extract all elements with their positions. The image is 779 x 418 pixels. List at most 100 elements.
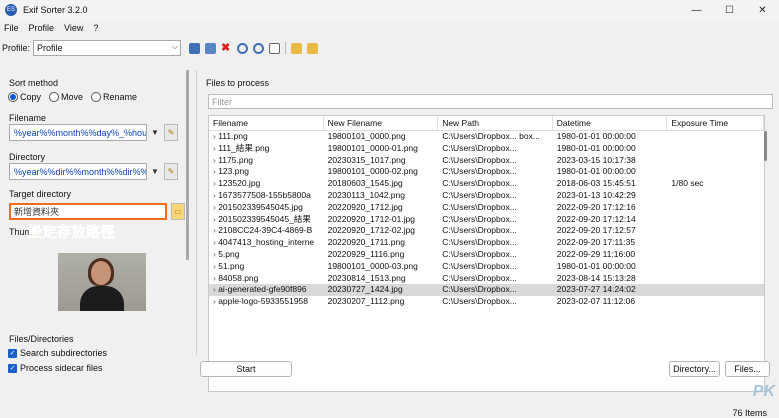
radio-rename-label: Rename <box>103 92 138 102</box>
cell-exposure-time <box>667 249 764 261</box>
table-scrollbar[interactable] <box>763 125 769 388</box>
title-bar: ES Exif Sorter 3.2.0 — ☐ ✕ <box>0 0 779 20</box>
table-row[interactable]: › apple-logo-5933551958 20230207_1112.png… <box>209 296 764 308</box>
cell-datetime: 1980-01-01 00:00:00 <box>556 166 636 177</box>
folder-open-icon[interactable] <box>307 42 319 54</box>
cell-new-path: C:\Users\Dropbox... <box>442 213 517 224</box>
table-row[interactable]: › 1673577508-155b5800a 20230113_1042.png C… <box>209 190 764 202</box>
cell-datetime: 1980-01-01 00:00:00 <box>556 131 636 141</box>
left-scrollbar[interactable] <box>186 70 189 260</box>
menu-view[interactable]: View <box>64 23 83 33</box>
save-icon[interactable] <box>189 42 201 54</box>
target-directory-input[interactable]: 新增資料夾 <box>9 203 167 220</box>
cell-filename: › 201502339545045.jpg <box>209 202 324 214</box>
reset-icon[interactable] <box>253 42 265 54</box>
profile-select[interactable]: Profile ⌵ <box>33 40 182 56</box>
cell-exposure-time <box>667 261 764 273</box>
cell-filename: › 2108CC24-39C4-4869-B <box>209 225 324 237</box>
directory-dropdown-icon[interactable]: ▼ <box>151 167 159 176</box>
cell-text: 123520.jpg <box>218 178 261 189</box>
cell-text: 2108CC24-39C4-4869-B <box>218 225 313 236</box>
filename-edit-button[interactable]: ✎ <box>163 124 178 141</box>
toolbar-separator <box>285 42 287 54</box>
files-button[interactable]: Files... <box>725 361 770 377</box>
column-new-filename[interactable]: New Filename <box>324 116 439 130</box>
radio-rename[interactable] <box>91 92 102 102</box>
cell-new-path: C:\Users\Dropbox... <box>442 142 517 153</box>
table-row[interactable]: › 111_結果.png 19800101_0000-01.png C:\Users… <box>209 143 764 155</box>
menu-profile[interactable]: Profile <box>29 23 55 33</box>
cell-filename: › 123.png <box>209 166 324 178</box>
column-datetime[interactable]: Datetime <box>553 116 668 130</box>
cell-new-path: C:\Users\Dropbox... <box>442 296 517 307</box>
cell-new-path: C:\Users\Dropbox... <box>442 237 517 248</box>
cell-filename: › 201502339545045_結果 <box>209 214 324 226</box>
folder-browse-button[interactable]: ▭ <box>171 203 185 220</box>
table-row[interactable]: › 201502339545045.jpg 20220920_1712.jpg C:… <box>209 202 764 214</box>
toolbar: Profile: Profile ⌵ ✖ <box>0 38 779 58</box>
delete-icon[interactable]: ✖ <box>221 42 232 54</box>
search-subdirectories-row[interactable]: ✓ Search subdirectories <box>8 348 107 358</box>
window-icon[interactable] <box>269 42 281 54</box>
settings-panel: Sort method Copy Move Rename Filename %y… <box>0 70 192 400</box>
menu-help[interactable]: ? <box>93 23 98 33</box>
column-filename[interactable]: Filename <box>209 116 324 130</box>
directory-button[interactable]: Directory... <box>669 361 720 377</box>
window-title: Exif Sorter 3.2.0 <box>23 5 88 15</box>
table-row[interactable]: › 5.png 20220929_1116.png C:\Users\Dropbox… <box>209 249 764 261</box>
table-row[interactable]: › 201502339545045_結果 20220920_1712-01.jpg… <box>209 214 764 226</box>
filename-dropdown-icon[interactable]: ▼ <box>151 128 159 137</box>
panel-divider[interactable] <box>196 70 197 355</box>
cell-text: 123.png <box>218 166 249 177</box>
cell-new-filename: 19800101_0000-02.png <box>327 166 418 177</box>
process-sidecar-checkbox[interactable]: ✓ <box>8 363 17 373</box>
table-row[interactable]: › 2108CC24-39C4-4869-B 20220920_1712-02.j… <box>209 225 764 237</box>
process-sidecar-row[interactable]: ✓ Process sidecar files <box>8 363 103 373</box>
table-row[interactable]: › 51.png 19800101_0000-03.png C:\Users\Dro… <box>209 261 764 273</box>
close-button[interactable]: ✕ <box>746 0 779 20</box>
folder-new-icon[interactable] <box>291 42 303 54</box>
radio-copy[interactable] <box>8 92 18 102</box>
table-row[interactable]: › 1175.png 20230315_1017.png C:\Users\Drop… <box>209 155 764 167</box>
chevron-down-icon: ⌵ <box>171 42 179 51</box>
cell-filename: › 5.png <box>209 249 324 261</box>
cell-new-filename: 20230113_1042.png <box>327 189 405 200</box>
table-row[interactable]: › 123.png 19800101_0000-02.png C:\Users\Dr… <box>209 166 764 178</box>
column-exposure-time[interactable]: Exposure Time <box>667 116 764 130</box>
table-row[interactable]: › 4047413_hosting_interne 20220920_1711.p… <box>209 237 764 249</box>
filename-input[interactable]: %year%%month%%day%_%hou <box>9 124 147 141</box>
radio-move-label: Move <box>61 92 84 102</box>
directory-edit-button[interactable]: ✎ <box>163 163 178 180</box>
table-row[interactable]: › ai-generated-gfe90f896 20230727_1424.jp… <box>209 284 764 297</box>
menu-file[interactable]: File <box>4 23 19 33</box>
refresh-icon[interactable] <box>237 42 249 54</box>
cell-datetime: 2022-09-20 17:12:16 <box>556 201 636 212</box>
start-button[interactable]: Start <box>200 361 292 377</box>
radio-move[interactable] <box>49 92 60 102</box>
cell-datetime: 2022-09-20 17:12:57 <box>556 225 636 236</box>
table-row[interactable]: › 111.png 19800101_0000.png C:\Users\Dropb… <box>209 131 764 143</box>
search-subdirectories-checkbox[interactable]: ✓ <box>8 348 17 358</box>
table-row[interactable]: › 123520.jpg 20180603_1545.jpg C:\Users\Dr… <box>209 178 764 190</box>
cell-filename: › 1175.png <box>209 155 324 167</box>
filter-input[interactable]: Filter <box>208 94 773 109</box>
directory-input[interactable]: %year%%dir%%month%%dir%% <box>9 163 147 180</box>
cell-exposure-time <box>667 166 764 178</box>
cell-datetime: 2022-09-29 11:16:00 <box>556 248 636 259</box>
maximize-button[interactable]: ☐ <box>713 0 746 20</box>
minimize-button[interactable]: — <box>680 0 713 20</box>
table-scrollbar-thumb[interactable] <box>764 131 767 161</box>
cell-new-filename: 20230207_1112.png <box>327 296 405 307</box>
save-as-icon[interactable] <box>205 42 217 54</box>
files-panel: Files to process Filter Filename New Fil… <box>200 70 775 418</box>
cell-new-path: C:\Users\Dropbox... <box>442 178 517 189</box>
files-to-process-label: Files to process <box>206 78 270 88</box>
cell-filename: › 111_結果.png <box>209 143 324 155</box>
cell-filename: › 1673577508-155b5800a <box>209 190 324 202</box>
cell-exposure-time <box>667 273 764 285</box>
column-new-path[interactable]: New Path <box>438 116 553 130</box>
cell-text: 4047413_hosting_interne <box>218 237 315 248</box>
cell-exposure-time <box>667 131 764 143</box>
table-row[interactable]: › 84058.png 20230814_1513.png C:\Users\Dro… <box>209 273 764 285</box>
cell-datetime: 2023-08-14 15:13:28 <box>556 272 636 283</box>
